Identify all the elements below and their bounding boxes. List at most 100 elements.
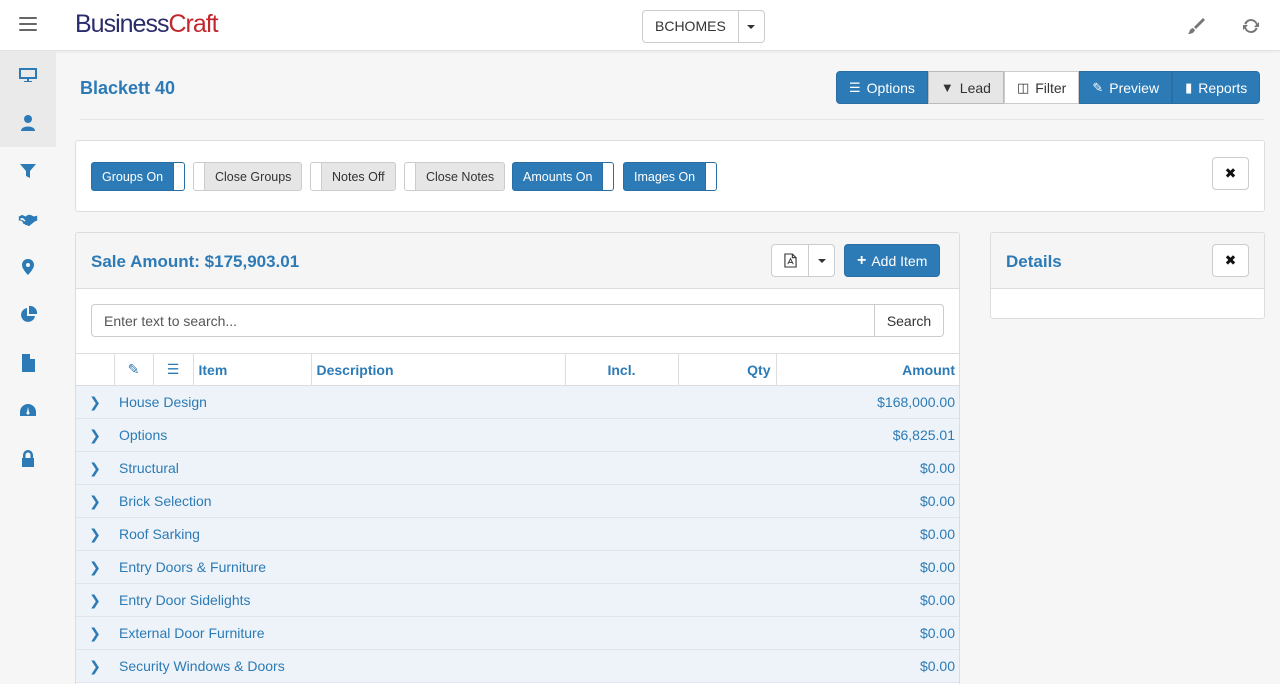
filter-button[interactable]: ◫ Filter bbox=[1003, 71, 1080, 104]
sidebar-item-performance[interactable] bbox=[0, 387, 56, 435]
reports-button[interactable]: ▮ Reports bbox=[1172, 71, 1261, 104]
qty-column-header[interactable]: Qty bbox=[678, 353, 777, 386]
images-toggle[interactable]: Images On bbox=[623, 162, 718, 191]
columns-icon: ◫ bbox=[1016, 79, 1030, 95]
user-icon bbox=[21, 115, 35, 131]
sidebar-item-leads[interactable] bbox=[0, 147, 56, 195]
table-row[interactable]: ❯ House Design $168,000.00 bbox=[76, 385, 959, 419]
row-item-name: Entry Doors & Furniture bbox=[114, 550, 776, 584]
refresh-icon[interactable] bbox=[1241, 16, 1261, 36]
logo[interactable]: BusinessCraft bbox=[75, 10, 219, 39]
title-divider bbox=[80, 119, 1264, 120]
chevron-right-icon[interactable]: ❯ bbox=[76, 385, 114, 419]
details-panel-header: Details ✖ bbox=[991, 233, 1264, 289]
notes-toggle-label: Notes Off bbox=[332, 169, 385, 184]
toggle-panel-close-button[interactable]: ✖ bbox=[1212, 157, 1249, 190]
chevron-right-icon[interactable]: ❯ bbox=[76, 517, 114, 551]
details-close-button[interactable]: ✖ bbox=[1212, 244, 1249, 277]
items-table: ✎ ☰ Item Description Incl. Qty Amount ❯ H… bbox=[76, 353, 959, 683]
groups-toggle[interactable]: Groups On bbox=[91, 162, 186, 191]
search-button[interactable]: Search bbox=[875, 304, 944, 337]
sidebar-item-contacts[interactable] bbox=[0, 99, 56, 147]
amounts-toggle[interactable]: Amounts On bbox=[512, 162, 615, 191]
page-title: Blackett 40 bbox=[80, 78, 176, 98]
file-pdf-icon bbox=[783, 253, 797, 268]
close-notes-toggle[interactable]: Close Notes bbox=[404, 162, 506, 191]
filter-icon: ▼ bbox=[940, 80, 954, 95]
list-icon: ☰ bbox=[849, 79, 861, 95]
details-panel: Details ✖ bbox=[990, 232, 1265, 319]
description-column-header[interactable]: Description bbox=[311, 353, 566, 386]
company-name: BCHOMES bbox=[643, 11, 739, 42]
notes-toggle[interactable]: Notes Off bbox=[310, 162, 396, 191]
chevron-right-icon[interactable]: ❯ bbox=[76, 649, 114, 683]
add-item-button[interactable]: + Add Item bbox=[844, 244, 941, 277]
pdf-export-button[interactable] bbox=[772, 245, 809, 276]
toggle-panel: Groups On Close Groups Notes Off Close N… bbox=[75, 140, 1265, 212]
close-groups-toggle[interactable]: Close Groups bbox=[193, 162, 303, 191]
toggle-knob bbox=[602, 163, 614, 190]
file-icon bbox=[22, 354, 35, 372]
table-row[interactable]: ❯ Options $6,825.01 bbox=[76, 418, 959, 452]
filter-icon bbox=[20, 164, 36, 178]
sidebar-item-security[interactable] bbox=[0, 435, 56, 483]
row-amount: $0.00 bbox=[776, 451, 959, 485]
row-amount: $6,825.01 bbox=[776, 418, 959, 452]
toggle-knob bbox=[173, 163, 185, 190]
row-amount: $0.00 bbox=[776, 616, 959, 650]
search-input[interactable] bbox=[91, 304, 875, 337]
amount-column-header[interactable]: Amount bbox=[776, 353, 959, 386]
chevron-right-icon[interactable]: ❯ bbox=[76, 484, 114, 518]
details-title: Details bbox=[1006, 252, 1062, 271]
menu-column-header: ☰ bbox=[153, 353, 194, 386]
amounts-toggle-label: Amounts On bbox=[523, 169, 593, 184]
handshake-icon bbox=[18, 214, 38, 227]
hamburger-menu-icon[interactable] bbox=[19, 17, 37, 33]
row-item-name: Structural bbox=[114, 451, 776, 485]
pdf-dropdown-toggle[interactable] bbox=[809, 245, 834, 276]
close-icon: ✖ bbox=[1224, 165, 1237, 181]
row-item-name: Entry Door Sidelights bbox=[114, 583, 776, 617]
sidebar-item-sales[interactable] bbox=[0, 195, 56, 243]
close-groups-label: Close Groups bbox=[215, 169, 292, 184]
reports-label: Reports bbox=[1198, 79, 1248, 96]
monitor-icon bbox=[19, 68, 37, 82]
expand-column-header bbox=[76, 353, 115, 386]
preview-button[interactable]: ✎ Preview bbox=[1079, 71, 1173, 104]
lead-label: Lead bbox=[959, 79, 991, 96]
item-column-header[interactable]: Item bbox=[193, 353, 312, 386]
sidebar-item-reports[interactable] bbox=[0, 291, 56, 339]
file-icon: ▮ bbox=[1185, 79, 1193, 95]
chevron-right-icon[interactable]: ❯ bbox=[76, 583, 114, 617]
company-dropdown-toggle[interactable] bbox=[739, 11, 764, 42]
toggle-knob bbox=[705, 163, 717, 190]
table-row[interactable]: ❯ Brick Selection $0.00 bbox=[76, 484, 959, 518]
table-row[interactable]: ❯ Roof Sarking $0.00 bbox=[76, 517, 959, 551]
table-row[interactable]: ❯ External Door Furniture $0.00 bbox=[76, 616, 959, 650]
paint-brush-icon[interactable] bbox=[1186, 16, 1206, 36]
table-row[interactable]: ❯ Structural $0.00 bbox=[76, 451, 959, 485]
chevron-right-icon[interactable]: ❯ bbox=[76, 550, 114, 584]
table-row[interactable]: ❯ Security Windows & Doors $0.00 bbox=[76, 649, 959, 683]
lead-button[interactable]: ▼ Lead bbox=[927, 71, 1004, 104]
chevron-right-icon[interactable]: ❯ bbox=[76, 451, 114, 485]
sidebar-item-locations[interactable] bbox=[0, 243, 56, 291]
lock-icon bbox=[22, 450, 34, 467]
edit-column-header: ✎ bbox=[114, 353, 154, 386]
sidebar bbox=[0, 51, 56, 684]
sidebar-item-documents[interactable] bbox=[0, 339, 56, 387]
chevron-right-icon[interactable]: ❯ bbox=[76, 616, 114, 650]
incl-column-header[interactable]: Incl. bbox=[565, 353, 679, 386]
filter-label: Filter bbox=[1035, 79, 1067, 96]
chevron-right-icon[interactable]: ❯ bbox=[76, 418, 114, 452]
row-item-name: Brick Selection bbox=[114, 484, 776, 518]
preview-label: Preview bbox=[1109, 79, 1160, 96]
action-button-group: ☰ Options ▼ Lead ◫ Filter ✎ Preview ▮ Reports bbox=[836, 71, 1261, 104]
company-select[interactable]: BCHOMES bbox=[642, 10, 765, 43]
table-row[interactable]: ❯ Entry Door Sidelights $0.00 bbox=[76, 583, 959, 617]
items-panel-header: Sale Amount: $175,903.01 + Add Item bbox=[76, 233, 959, 289]
sidebar-item-dashboard[interactable] bbox=[0, 51, 56, 99]
table-row[interactable]: ❯ Entry Doors & Furniture $0.00 bbox=[76, 550, 959, 584]
row-amount: $168,000.00 bbox=[776, 385, 959, 419]
options-button[interactable]: ☰ Options bbox=[836, 71, 928, 104]
